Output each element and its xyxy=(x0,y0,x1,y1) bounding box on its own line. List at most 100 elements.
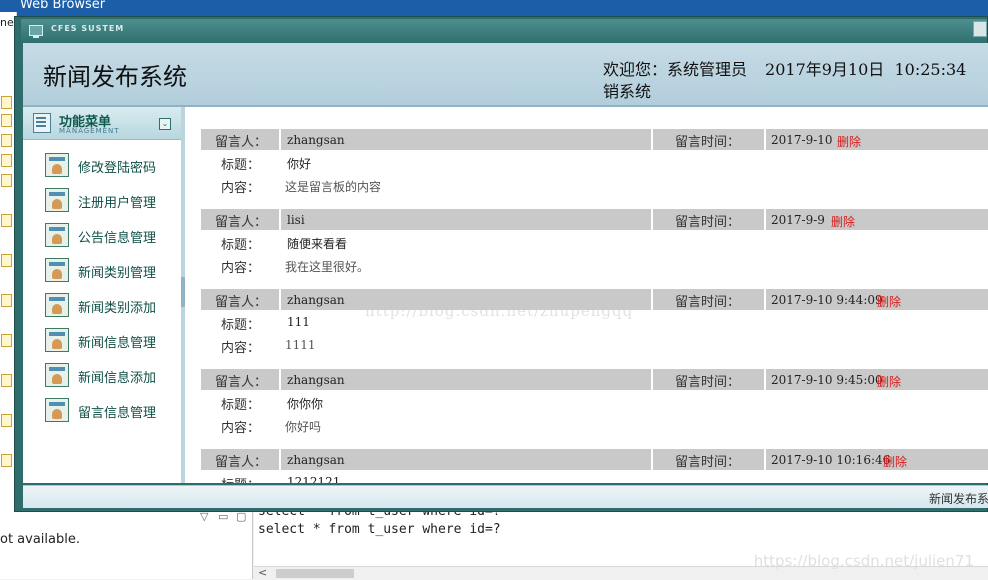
message-list: http://blog.csdn.net/zhupengqq 留言人： zhan… xyxy=(185,107,988,483)
message-header-row xyxy=(201,209,988,230)
title-value: 111 xyxy=(287,315,310,329)
user-window-icon xyxy=(45,293,69,317)
title-value: 1212121 xyxy=(287,475,341,483)
message-item: 留言人： lisi 留言时间： 2017-9-9 删除 标题： 随便来看看 内容… xyxy=(201,209,988,289)
sidebar-item-label: 修改登陆密码 xyxy=(78,161,157,176)
sidebar-item-user-management[interactable]: 注册用户管理 xyxy=(45,188,175,216)
user-window-icon xyxy=(45,328,69,352)
author-label: 留言人： xyxy=(215,455,268,470)
time-label: 留言时间： xyxy=(675,455,741,470)
delete-link[interactable]: 删除 xyxy=(877,293,901,310)
title-value: 你好 xyxy=(287,157,312,171)
time-value: 2017-9-10 xyxy=(771,133,833,147)
window-control-button[interactable] xyxy=(973,21,987,37)
chevron-down-icon[interactable]: ⌄ xyxy=(159,118,171,130)
user-window-icon xyxy=(45,223,69,247)
delete-link[interactable]: 删除 xyxy=(877,373,901,390)
author-value: zhangsan xyxy=(287,133,345,147)
user-window-icon xyxy=(45,188,69,212)
user-window-icon xyxy=(45,258,69,282)
title-label: 标题： xyxy=(221,318,261,333)
menu-header[interactable]: 功能菜单 MANAGEMENT ⌄ xyxy=(23,107,181,140)
time-label: 留言时间： xyxy=(675,375,741,390)
sidebar-item-change-password[interactable]: 修改登陆密码 xyxy=(45,153,175,181)
ide-problems-panel: ▽ ▭ ▢ ot available. xyxy=(0,510,253,579)
delete-link[interactable]: 删除 xyxy=(837,133,861,150)
file-icon xyxy=(1,374,12,387)
sidebar-item-label: 公告信息管理 xyxy=(78,231,157,246)
file-icon xyxy=(1,454,12,467)
title-label: 标题： xyxy=(221,474,260,483)
content-value: 你好吗 xyxy=(285,420,322,434)
content-value: 1111 xyxy=(285,338,316,352)
delete-link[interactable]: 删除 xyxy=(831,213,855,230)
sidebar-item-label: 注册用户管理 xyxy=(78,196,157,211)
scroll-left-icon[interactable]: < xyxy=(258,566,267,579)
sidebar-item-message-management[interactable]: 留言信息管理 xyxy=(45,398,175,426)
author-value: zhangsan xyxy=(287,453,345,467)
watermark: https://blog.csdn.net/julien71 xyxy=(753,552,974,570)
sidebar-item-news-add[interactable]: 新闻信息添加 xyxy=(45,363,175,391)
author-label: 留言人： xyxy=(215,295,268,310)
scrollbar-thumb[interactable] xyxy=(276,569,354,578)
time-value: 2017-9-10 9:44:09 xyxy=(771,293,883,307)
file-icon xyxy=(1,214,12,227)
title-label: 标题： xyxy=(221,238,261,253)
file-icon xyxy=(1,334,12,347)
user-window-icon xyxy=(45,363,69,387)
app-footer: 新闻发布系 xyxy=(23,485,988,508)
author-value: zhangsan xyxy=(287,293,345,307)
logout-link[interactable]: 销系统 xyxy=(603,81,651,103)
content-label: 内容： xyxy=(221,261,261,276)
current-time: 10:25:34 xyxy=(894,60,967,79)
app-window: CFES SUSTEM 新闻发布系统 欢迎您：系统管理员 2017年9月10日 1… xyxy=(14,16,988,512)
sidebar-item-announcement-management[interactable]: 公告信息管理 xyxy=(45,223,175,251)
sidebar-item-label: 新闻类别管理 xyxy=(78,266,157,281)
app-header: 新闻发布系统 欢迎您：系统管理员 2017年9月10日 10:25:34 销系统 xyxy=(23,43,988,107)
menu-icon xyxy=(33,113,51,133)
sidebar: 功能菜单 MANAGEMENT ⌄ 修改登陆密码 注册用户管理 公告信息管理 新… xyxy=(23,107,184,483)
title-value: 随便来看看 xyxy=(287,237,348,251)
file-icon xyxy=(1,174,12,187)
file-icon xyxy=(1,154,12,167)
title-value: 你你你 xyxy=(287,397,324,411)
sidebar-item-label: 新闻类别添加 xyxy=(78,301,157,316)
time-label: 留言时间： xyxy=(675,295,741,310)
browser-title: Web Browser xyxy=(20,0,106,12)
sidebar-item-label: 留言信息管理 xyxy=(78,406,157,421)
message-item: 留言人： zhangsan 留言时间： 2017-9-10 10:16:46 删… xyxy=(201,449,988,483)
page-title: 新闻发布系统 xyxy=(43,63,187,91)
time-value: 2017-9-9 xyxy=(771,213,825,227)
user-window-icon xyxy=(45,398,69,422)
content-value: 这是留言板的内容 xyxy=(285,180,382,194)
content-label: 内容： xyxy=(221,421,261,436)
message-item: 留言人： zhangsan 留言时间： 2017-9-10 删除 标题： 你好 … xyxy=(201,129,988,209)
sidebar-item-news-management[interactable]: 新闻信息管理 xyxy=(45,328,175,356)
title-label: 标题： xyxy=(221,398,261,413)
title-label: 标题： xyxy=(221,158,261,173)
monitor-icon xyxy=(29,25,43,38)
author-label: 留言人： xyxy=(215,215,268,230)
time-label: 留言时间： xyxy=(675,215,741,230)
sidebar-item-label: 新闻信息添加 xyxy=(78,371,157,386)
sidebar-item-category-add[interactable]: 新闻类别添加 xyxy=(45,293,175,321)
content-label: 内容： xyxy=(221,341,261,356)
sidebar-item-label: 新闻信息管理 xyxy=(78,336,157,351)
delete-link[interactable]: 删除 xyxy=(883,453,907,470)
sidebar-item-category-management[interactable]: 新闻类别管理 xyxy=(45,258,175,286)
file-icon xyxy=(1,134,12,147)
footer-text: 新闻发布系 xyxy=(928,492,988,506)
app-titlebar: CFES SUSTEM xyxy=(21,19,987,43)
message-item: 留言人： zhangsan 留言时间： 2017-9-10 9:44:09 删除… xyxy=(201,289,988,369)
file-icon xyxy=(1,294,12,307)
console-line: select * from t_user where id=? xyxy=(258,522,501,537)
browser-title-bar: Web Browser xyxy=(0,0,988,16)
file-icon xyxy=(1,254,12,267)
status-message: ot available. xyxy=(0,532,80,547)
content-value: 我在这里很好。 xyxy=(285,260,370,274)
menu-subtitle: MANAGEMENT xyxy=(59,127,120,135)
time-value: 2017-9-10 10:16:46 xyxy=(771,453,891,467)
time-label: 留言时间： xyxy=(675,135,741,150)
author-value: zhangsan xyxy=(287,373,345,387)
user-window-icon xyxy=(45,153,69,177)
